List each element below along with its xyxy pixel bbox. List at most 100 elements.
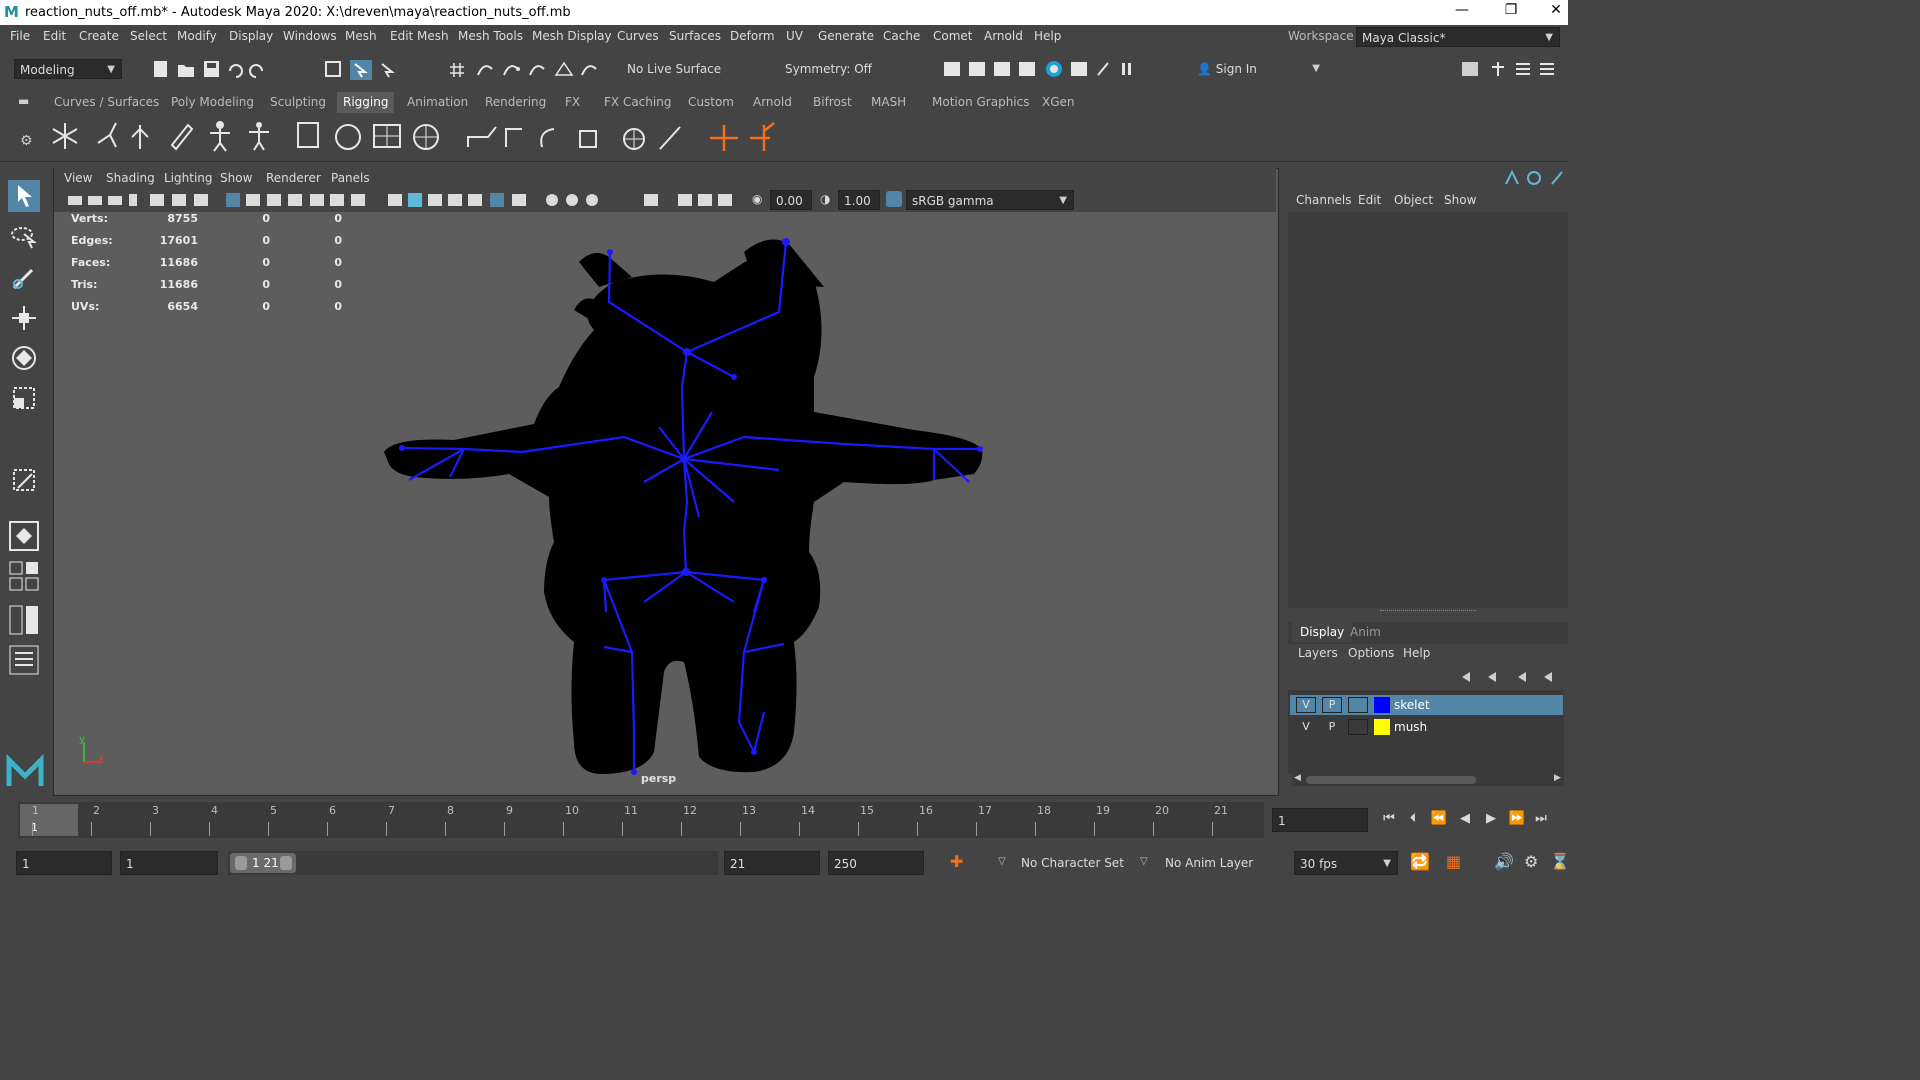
menu-arnold[interactable]: Arnold (984, 29, 1023, 43)
tab-arnold[interactable]: Arnold (753, 95, 792, 109)
snap-point-icon[interactable] (503, 65, 520, 76)
menu-create[interactable]: Create (79, 29, 119, 43)
menu-edit-mesh[interactable]: Edit Mesh (390, 29, 449, 43)
ik-rotate-icon[interactable] (540, 128, 555, 148)
viewport-menu-renderer[interactable]: Renderer (266, 171, 321, 185)
channel-show-menu[interactable]: Show (1444, 193, 1476, 207)
select-tool[interactable] (8, 180, 40, 212)
shelf-menu-icon[interactable]: ▬ (18, 94, 29, 108)
menu-windows[interactable]: Windows (283, 29, 337, 43)
render-settings-icon[interactable] (944, 62, 960, 76)
menu-modify[interactable]: Modify (177, 29, 217, 43)
scrollbar-thumb[interactable] (1306, 776, 1476, 784)
viewport-menu-show[interactable]: Show (220, 171, 252, 185)
tab-mash[interactable]: MASH (871, 95, 906, 109)
layer-name[interactable]: skelet (1394, 698, 1430, 712)
step-forward-key-icon[interactable]: ⏩ (1508, 810, 1526, 828)
color-space-dropdown[interactable]: sRGB gamma ▼ (906, 190, 1074, 210)
modeling-toolkit-icon[interactable] (1462, 62, 1478, 76)
ipr-render-icon[interactable] (994, 62, 1010, 76)
tab-poly-modeling[interactable]: Poly Modeling (171, 95, 254, 109)
cache-playback-icon[interactable]: ▦ (1446, 852, 1461, 871)
play-backward-icon[interactable]: ◀ (1456, 810, 1474, 828)
menu-mesh-tools[interactable]: Mesh Tools (458, 29, 523, 43)
range-end-handle[interactable] (280, 856, 292, 870)
tab-xgen[interactable]: XGen (1042, 95, 1075, 109)
new-layer-selected-icon[interactable] (1544, 672, 1552, 682)
layer-row-mush[interactable]: V P mush (1290, 717, 1563, 737)
move-tool[interactable] (8, 302, 40, 334)
undo-icon[interactable] (229, 64, 243, 78)
arnold-flush-icon[interactable] (1097, 62, 1109, 76)
tab-display[interactable]: Display (1292, 622, 1353, 642)
open-scene-icon[interactable] (178, 65, 194, 77)
hypershade-icon[interactable] (1019, 62, 1035, 76)
step-back-icon[interactable]: ⏴ (1404, 810, 1422, 828)
select-hierarchy-icon[interactable] (325, 61, 341, 77)
tab-anim[interactable]: Anim (1350, 625, 1381, 639)
orient-joint-icon[interactable] (170, 123, 194, 151)
pause-icon[interactable] (1122, 63, 1131, 75)
menu-select[interactable]: Select (130, 29, 167, 43)
scale-tool[interactable] (8, 382, 40, 414)
cluster-icon[interactable] (413, 124, 439, 150)
menu-generate[interactable]: Generate (818, 29, 874, 43)
gamma-field[interactable]: 1.00 (838, 190, 880, 210)
snap-surface-icon[interactable] (554, 61, 574, 76)
auto-key-icon[interactable]: ✚ (950, 852, 963, 871)
anim-layer-icon[interactable]: ▽ (1140, 856, 1148, 867)
menu-mesh-display[interactable]: Mesh Display (532, 29, 612, 43)
layer-color-swatch[interactable] (1374, 697, 1390, 713)
ik-spline-icon[interactable] (505, 128, 522, 147)
menuset-dropdown[interactable]: Modeling ▼ (14, 59, 122, 79)
live-surface-field[interactable]: No Live Surface (622, 59, 746, 79)
loop-icon[interactable]: 🔁 (1410, 852, 1430, 871)
menu-uv[interactable]: UV (786, 29, 803, 43)
options-menu[interactable]: Options (1348, 646, 1394, 660)
paint-weights-icon[interactable] (335, 124, 361, 150)
channel-edit-menu[interactable]: Edit (1358, 193, 1381, 207)
channel-box-toggle-icon[interactable] (1505, 169, 1519, 185)
tab-sculpting[interactable]: Sculpting (270, 95, 326, 109)
layer-display-type-toggle[interactable] (1348, 697, 1368, 713)
sound-icon[interactable]: 🔊 (1494, 852, 1514, 871)
pole-vector-icon[interactable] (750, 122, 775, 151)
save-scene-icon[interactable] (204, 61, 219, 77)
channel-box-icon[interactable] (1540, 63, 1554, 75)
anim-layer-dropdown[interactable]: No Anim Layer (1160, 853, 1272, 873)
layers-menu[interactable]: Layers (1298, 646, 1338, 660)
character-set-icon[interactable]: ▽ (998, 856, 1006, 867)
layer-visibility-toggle[interactable]: V (1296, 719, 1316, 735)
viewport-menu-lighting[interactable]: Lighting (164, 171, 213, 185)
menu-edit[interactable]: Edit (43, 29, 66, 43)
tool-settings-toggle-icon[interactable] (1551, 171, 1563, 185)
tab-curves-surfaces[interactable]: Curves / Surfaces (54, 95, 159, 109)
new-empty-layer-icon[interactable] (1518, 672, 1526, 682)
sign-in-dropdown[interactable]: 👤 Sign In ▼ (1192, 59, 1326, 79)
arnold-render-icon[interactable] (1046, 61, 1062, 77)
attribute-editor-toggle-icon[interactable] (1527, 171, 1541, 185)
tab-fx-caching[interactable]: FX Caching (604, 95, 671, 109)
menu-deform[interactable]: Deform (730, 29, 775, 43)
current-frame-field[interactable]: 1 (1272, 808, 1368, 832)
two-view-layout-icon[interactable] (8, 604, 40, 636)
menu-file[interactable]: File (10, 29, 30, 43)
tab-rigging[interactable]: Rigging (337, 92, 395, 113)
minimize-button[interactable]: — (1442, 2, 1482, 22)
lattice-icon[interactable] (373, 124, 401, 148)
snap-grid-icon[interactable] (450, 63, 464, 77)
viewport-menu-view[interactable]: View (64, 171, 92, 185)
viewport-menu-panels[interactable]: Panels (331, 171, 370, 185)
viewport-canvas[interactable]: Verts: 8755 0 0 Edges: 17601 0 0 Faces: … (54, 212, 1276, 793)
scroll-right-icon[interactable]: ▶ (1554, 773, 1561, 783)
channel-list-area[interactable] (1288, 212, 1568, 608)
menu-cache[interactable]: Cache (883, 29, 920, 43)
playback-end-field[interactable]: 21 (724, 851, 820, 875)
arnold-ipr-icon[interactable] (1071, 62, 1087, 76)
step-back-key-icon[interactable]: ⏪ (1430, 810, 1448, 828)
aim-constraint-icon[interactable] (659, 126, 681, 150)
four-view-layout-icon[interactable] (8, 560, 40, 592)
scale-constraint-icon[interactable] (579, 130, 597, 148)
rotate-tool[interactable] (8, 342, 40, 374)
restore-button[interactable]: ❐ (1491, 2, 1531, 22)
